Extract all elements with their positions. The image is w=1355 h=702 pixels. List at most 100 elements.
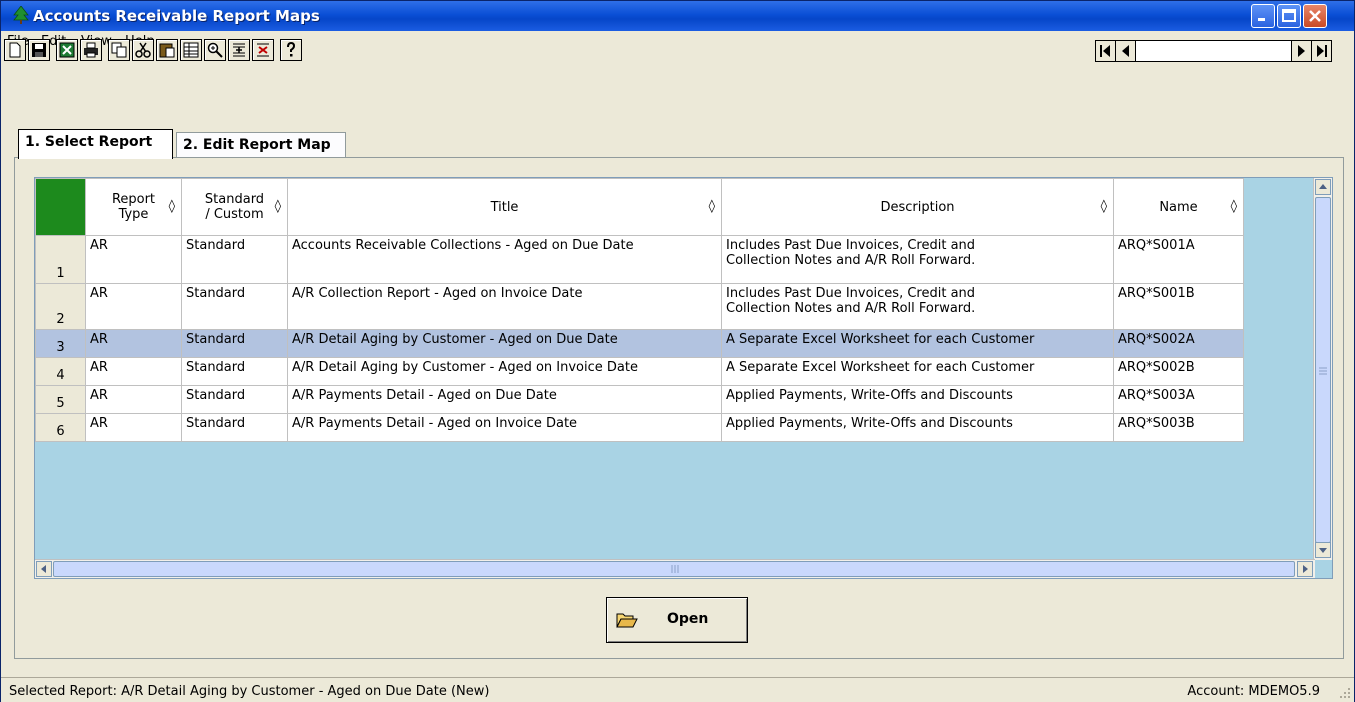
- previous-icon: [1122, 45, 1129, 57]
- new-button[interactable]: [4, 39, 26, 61]
- table-row[interactable]: 6 AR Standard A/R Payments Detail - Aged…: [35, 413, 1244, 442]
- cell-title[interactable]: A/R Payments Detail - Aged on Invoice Da…: [287, 413, 722, 442]
- cell-report-type[interactable]: AR: [85, 413, 182, 442]
- last-record-button[interactable]: [1311, 41, 1331, 61]
- column-header-name[interactable]: Name ◊: [1113, 178, 1244, 236]
- description-line1: Includes Past Due Invoices, Credit and: [726, 286, 976, 301]
- maximize-button[interactable]: [1277, 4, 1301, 28]
- paste-button[interactable]: [156, 39, 178, 61]
- horizontal-scrollbar[interactable]: [35, 559, 1315, 578]
- cell-std-custom[interactable]: Standard: [181, 329, 288, 358]
- cell-std-custom[interactable]: Standard: [181, 413, 288, 442]
- cell-report-type[interactable]: AR: [85, 385, 182, 414]
- first-record-button[interactable]: [1096, 41, 1116, 61]
- cell-std-custom[interactable]: Standard: [181, 235, 288, 284]
- resize-grip-icon[interactable]: [1337, 685, 1351, 699]
- row-number[interactable]: 5: [35, 385, 86, 414]
- cell-report-type[interactable]: AR: [85, 357, 182, 386]
- row-number[interactable]: 4: [35, 357, 86, 386]
- column-header-title[interactable]: Title ◊: [287, 178, 722, 236]
- cell-std-custom[interactable]: Standard: [181, 385, 288, 414]
- cell-std-custom[interactable]: Standard: [181, 283, 288, 330]
- cell-report-type[interactable]: AR: [85, 283, 182, 330]
- cell-name[interactable]: ARQ*S001A: [1113, 235, 1244, 284]
- table-row[interactable]: 4 AR Standard A/R Detail Aging by Custom…: [35, 357, 1244, 386]
- cell-description[interactable]: Applied Payments, Write-Offs and Discoun…: [721, 413, 1114, 442]
- cell-report-type[interactable]: AR: [85, 235, 182, 284]
- table-row[interactable]: 1 AR Standard Accounts Receivable Collec…: [35, 235, 1244, 284]
- cell-name[interactable]: ARQ*S001B: [1113, 283, 1244, 330]
- window-title: Accounts Receivable Report Maps: [33, 7, 320, 25]
- previous-record-button[interactable]: [1116, 41, 1136, 61]
- insert-row-icon: [233, 43, 245, 57]
- cell-name[interactable]: ARQ*S003B: [1113, 413, 1244, 442]
- delete-row-button[interactable]: [252, 39, 274, 61]
- zoom-button[interactable]: [204, 39, 226, 61]
- cell-report-type[interactable]: AR: [85, 329, 182, 358]
- scroll-up-button[interactable]: [1315, 179, 1331, 195]
- cell-title[interactable]: A/R Collection Report - Aged on Invoice …: [287, 283, 722, 330]
- cell-description[interactable]: Includes Past Due Invoices, Credit and Co…: [721, 283, 1114, 330]
- delete-row-icon: [257, 43, 269, 57]
- title-header-label: Title: [490, 199, 519, 215]
- column-header-report-type[interactable]: Report Type ◊: [85, 178, 182, 236]
- row-number[interactable]: 2: [35, 283, 86, 330]
- description-line2: Collection Notes and A/R Roll Forward.: [726, 301, 976, 316]
- cell-title[interactable]: A/R Detail Aging by Customer - Aged on D…: [287, 329, 722, 358]
- vertical-scrollbar[interactable]: [1313, 178, 1332, 560]
- minimize-button[interactable]: [1251, 4, 1275, 28]
- cell-name[interactable]: ARQ*S002A: [1113, 329, 1244, 358]
- cell-title[interactable]: A/R Payments Detail - Aged on Due Date: [287, 385, 722, 414]
- insert-row-button[interactable]: [228, 39, 250, 61]
- tab-edit-report-map[interactable]: 2. Edit Report Map: [176, 132, 346, 158]
- cell-name[interactable]: ARQ*S002B: [1113, 357, 1244, 386]
- cut-button[interactable]: [132, 39, 154, 61]
- cell-name[interactable]: ARQ*S003A: [1113, 385, 1244, 414]
- title-bar[interactable]: Accounts Receivable Report Maps: [1, 1, 1354, 31]
- row-number[interactable]: 3: [35, 329, 86, 358]
- status-bar: Selected Report: A/R Detail Aging by Cus…: [1, 677, 1354, 702]
- row-number[interactable]: 1: [35, 235, 86, 284]
- table-row[interactable]: 5 AR Standard A/R Payments Detail - Aged…: [35, 385, 1244, 414]
- report-grid[interactable]: Report Type ◊ Standard / Custom ◊ Title …: [34, 177, 1333, 579]
- cell-std-custom[interactable]: Standard: [181, 357, 288, 386]
- scroll-down-button[interactable]: [1315, 542, 1331, 558]
- excel-button[interactable]: [56, 39, 78, 61]
- table-row[interactable]: 2 AR Standard A/R Collection Report - Ag…: [35, 283, 1244, 330]
- grip-lines-icon: [1319, 367, 1327, 375]
- cell-title[interactable]: Accounts Receivable Collections - Aged o…: [287, 235, 722, 284]
- first-icon: [1100, 45, 1110, 57]
- print-button[interactable]: [80, 39, 102, 61]
- scroll-thumb-horizontal[interactable]: [53, 561, 1295, 577]
- tab-select-report[interactable]: 1. Select Report: [18, 129, 173, 159]
- close-button[interactable]: [1303, 4, 1327, 28]
- report-table: Report Type ◊ Standard / Custom ◊ Title …: [35, 178, 1244, 442]
- grid-corner[interactable]: [35, 178, 86, 236]
- help-icon: [287, 42, 296, 57]
- sort-icon: ◊: [1230, 199, 1237, 214]
- scissors-icon: [135, 42, 151, 58]
- help-button[interactable]: [280, 39, 302, 61]
- save-button[interactable]: [28, 39, 50, 61]
- cell-title[interactable]: A/R Detail Aging by Customer - Aged on I…: [287, 357, 722, 386]
- scroll-right-button[interactable]: [1297, 561, 1313, 577]
- row-number[interactable]: 6: [35, 413, 86, 442]
- name-header-label: Name: [1159, 199, 1198, 215]
- arrow-up-icon: [1319, 184, 1327, 189]
- cell-description[interactable]: Applied Payments, Write-Offs and Discoun…: [721, 385, 1114, 414]
- next-record-button[interactable]: [1291, 41, 1311, 61]
- cell-description[interactable]: A Separate Excel Worksheet for each Cust…: [721, 357, 1114, 386]
- grid-button[interactable]: [180, 39, 202, 61]
- scroll-left-button[interactable]: [36, 561, 52, 577]
- copy-icon: [111, 42, 127, 58]
- copy-button[interactable]: [108, 39, 130, 61]
- cell-description[interactable]: Includes Past Due Invoices, Credit and Co…: [721, 235, 1114, 284]
- column-header-std-custom[interactable]: Standard / Custom ◊: [181, 178, 288, 236]
- cell-description[interactable]: A Separate Excel Worksheet for each Cust…: [721, 329, 1114, 358]
- open-button[interactable]: Open: [606, 597, 748, 643]
- description-header-label: Description: [880, 199, 955, 215]
- table-row-selected[interactable]: 3 AR Standard A/R Detail Aging by Custom…: [35, 329, 1244, 358]
- table-icon: [183, 42, 199, 58]
- column-header-description[interactable]: Description ◊: [721, 178, 1114, 236]
- scroll-thumb[interactable]: [1315, 197, 1331, 543]
